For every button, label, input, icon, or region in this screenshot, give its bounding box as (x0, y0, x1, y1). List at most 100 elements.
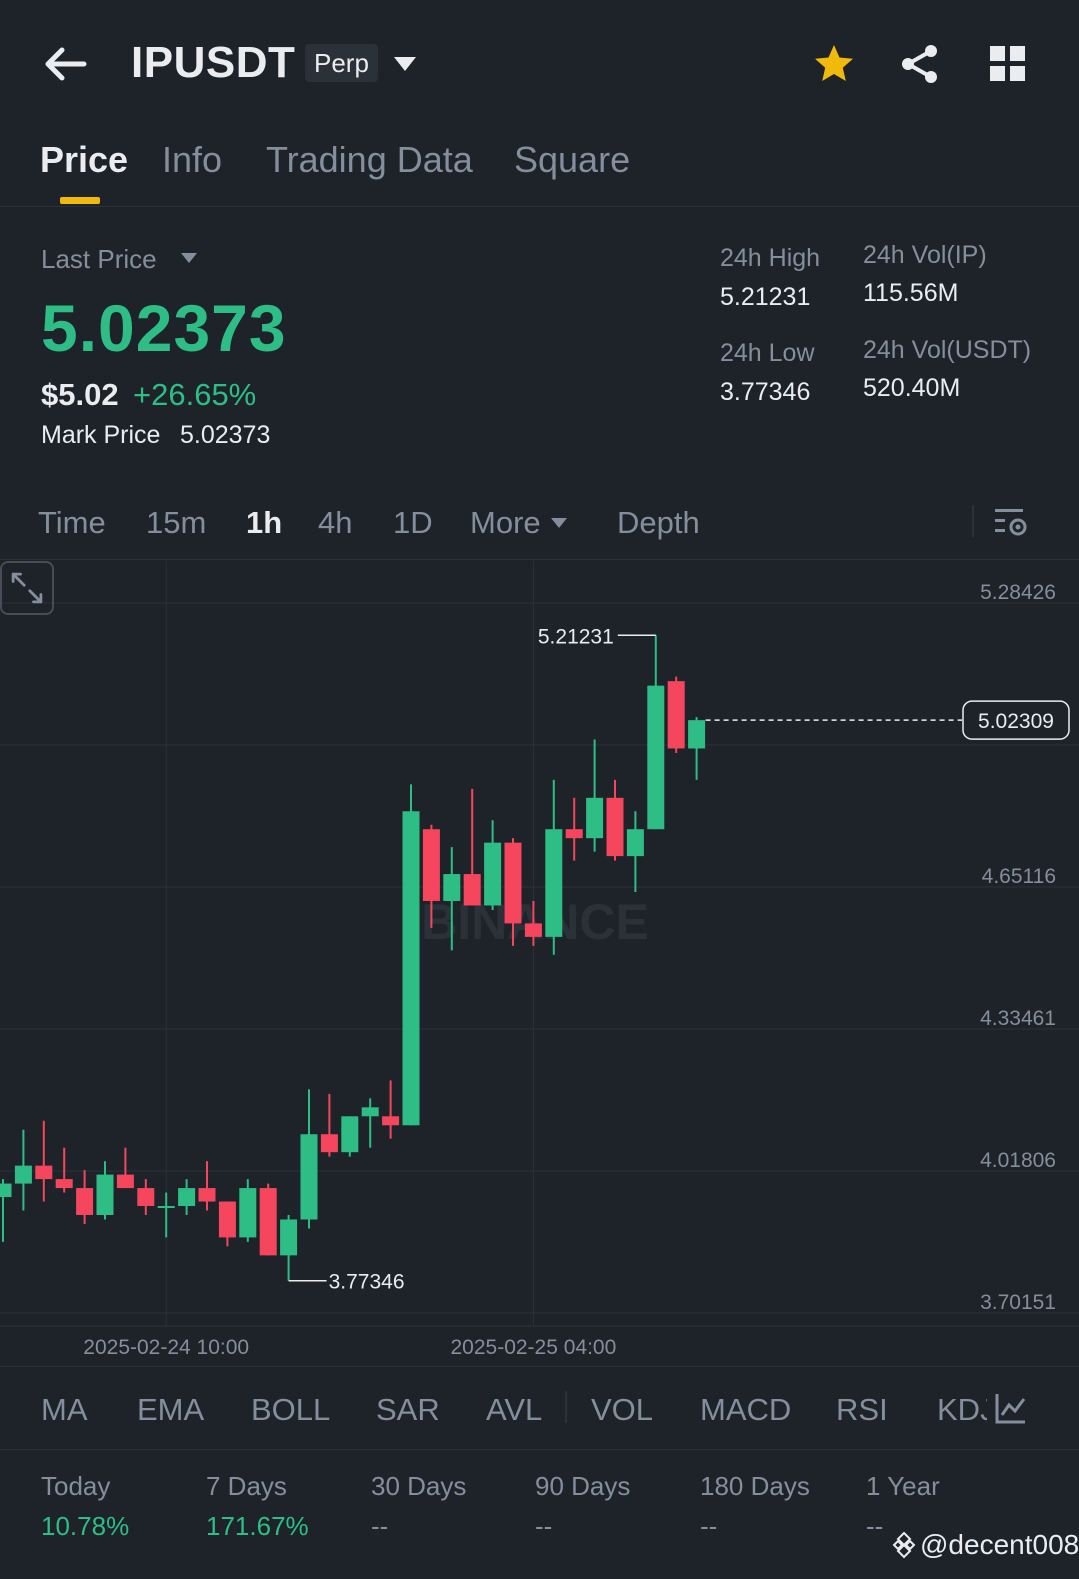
symbol-title[interactable]: IPUSDT (131, 38, 295, 88)
favorite-star-icon[interactable] (812, 42, 856, 86)
interval-15m[interactable]: 15m (146, 505, 206, 541)
interval-4h[interactable]: 4h (318, 505, 352, 541)
indicator-rsi[interactable]: RSI (836, 1392, 888, 1428)
more-caret-icon[interactable] (550, 517, 568, 529)
perf-value-30d: -- (371, 1511, 389, 1541)
candle-body (484, 842, 502, 906)
candle-body (76, 1188, 94, 1215)
low-24h-label: 24h Low (720, 339, 815, 367)
candle-body (443, 874, 461, 901)
candle (361, 1098, 379, 1148)
chart-canvas[interactable]: 5.28426 4.65116 4.33461 4.01806 3.70151 2025-… (0, 561, 1079, 1366)
indicator-kdj[interactable]: KDJ (937, 1392, 987, 1428)
active-tab-indicator (60, 197, 100, 204)
indicator-sar[interactable]: SAR (376, 1392, 440, 1428)
last-price-caret-icon[interactable] (180, 252, 198, 264)
candle (320, 1093, 338, 1157)
candle-body (504, 842, 522, 924)
candle-body (198, 1188, 216, 1202)
mark-price-value: 5.02373 (180, 421, 271, 449)
y-tick-label: 4.65116 (982, 865, 1056, 888)
indicator-ma[interactable]: MA (41, 1392, 88, 1428)
low-24h-value: 3.77346 (720, 378, 811, 406)
candle-body (259, 1188, 277, 1256)
candle-body (463, 874, 481, 906)
interval-time[interactable]: Time (38, 505, 106, 541)
candle (55, 1147, 73, 1193)
vol-base-label: 24h Vol(IP) (863, 241, 987, 269)
candle (647, 635, 665, 830)
fullscreen-expand-icon[interactable] (0, 561, 54, 615)
apps-grid-icon[interactable] (988, 44, 1028, 84)
symbol-dropdown-icon[interactable] (393, 55, 417, 73)
candle-body (382, 1116, 400, 1126)
perf-label-today: Today (41, 1471, 111, 1501)
share-icon[interactable] (898, 42, 942, 86)
indicator-boll[interactable]: BOLL (251, 1392, 330, 1428)
back-arrow-icon[interactable] (40, 40, 90, 88)
candle-body (586, 797, 604, 839)
candle (116, 1147, 134, 1189)
last-price-label[interactable]: Last Price (41, 244, 157, 275)
candle (76, 1170, 94, 1224)
candlestick-chart[interactable]: 5.28426 4.65116 4.33461 4.01806 3.70151 2025-… (0, 561, 1079, 1366)
interval-1d[interactable]: 1D (393, 505, 433, 541)
candle (157, 1192, 175, 1238)
y-tick-label: 4.33461 (980, 1007, 1056, 1030)
interval-depth[interactable]: Depth (617, 505, 700, 541)
watermark-username: @decent008 (920, 1529, 1079, 1560)
candle (14, 1129, 32, 1211)
indicator-vol[interactable]: VOL (591, 1392, 653, 1428)
y-tick-label: 5.28426 (980, 581, 1056, 604)
mark-price-label: Mark Price (41, 421, 161, 449)
candle-body (647, 685, 665, 830)
indicator-avl[interactable]: AVL (486, 1392, 542, 1428)
interval-more[interactable]: More (470, 505, 541, 541)
perf-label-90d: 90 Days (535, 1471, 631, 1501)
tab-info[interactable]: Info (162, 139, 222, 181)
interval-1h[interactable]: 1h (246, 505, 282, 541)
perf-value-180d: -- (700, 1511, 718, 1541)
indicator-settings-icon[interactable] (994, 1391, 1028, 1425)
perf-value-90d: -- (535, 1511, 553, 1541)
vol-base-value: 115.56M (863, 279, 959, 307)
candle-body (606, 797, 624, 857)
tab-square[interactable]: Square (514, 139, 630, 181)
candle-body (178, 1188, 196, 1207)
candle-body (239, 1188, 257, 1238)
chart-watermark: BINANCE (421, 894, 649, 950)
tab-trading-data[interactable]: Trading Data (266, 139, 473, 181)
candle-body (524, 923, 542, 937)
indicator-bar: MA EMA BOLL SAR AVL VOL MACD RSI KDJ (0, 1366, 1079, 1450)
usd-price-value: $5.02 (41, 377, 119, 412)
candle-body (35, 1165, 53, 1180)
binance-logo-icon (892, 1531, 916, 1559)
x-tick-label: 2025-02-24 10:00 (83, 1336, 249, 1359)
candle-body (55, 1179, 73, 1189)
candle (565, 797, 583, 861)
candle (545, 779, 563, 955)
candle (198, 1161, 216, 1211)
high-24h-label: 24h High (720, 244, 821, 272)
low-marker-label: 3.77346 (329, 1271, 405, 1294)
indicator-macd[interactable]: MACD (700, 1392, 791, 1428)
candle-body (116, 1174, 134, 1189)
indicator-ema[interactable]: EMA (137, 1392, 204, 1428)
candle (626, 811, 644, 893)
candle-body (667, 681, 685, 749)
candle-body (361, 1107, 379, 1117)
y-tick-label: 4.01806 (980, 1149, 1056, 1172)
interval-bar: Time 15m 1h 4h 1D More Depth (0, 495, 1079, 560)
candle-body (280, 1219, 298, 1256)
perf-label-30d: 30 Days (371, 1471, 467, 1501)
tab-price[interactable]: Price (40, 139, 128, 181)
candle (137, 1179, 155, 1215)
candle (35, 1120, 53, 1202)
candle-body (422, 829, 440, 901)
candle-body (688, 720, 706, 749)
candle-body (626, 829, 644, 857)
candle (300, 1089, 318, 1229)
last-price-value: 5.02373 (41, 291, 287, 365)
candle (402, 784, 420, 1126)
chart-settings-icon[interactable] (993, 505, 1029, 541)
